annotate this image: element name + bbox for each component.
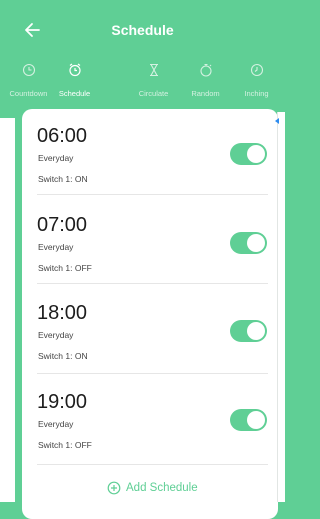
schedule-repeat: Everyday: [38, 242, 74, 252]
schedule-action: Switch 1: OFF: [38, 440, 92, 450]
toggle-knob: [247, 234, 265, 252]
toggle-knob: [247, 322, 265, 340]
alarm-clock-icon: [46, 63, 103, 77]
tab-label: Random: [191, 89, 220, 98]
stopwatch-icon: [177, 63, 234, 77]
schedule-toggle[interactable]: [230, 143, 267, 165]
plus-circle-icon: [107, 481, 121, 495]
divider: [37, 283, 268, 284]
tab-circulate[interactable]: Circulate: [125, 60, 182, 106]
tab-random[interactable]: Random: [177, 60, 234, 106]
schedule-item[interactable]: 07:00 Everyday Switch 1: OFF: [37, 213, 268, 293]
add-schedule-label: Add Schedule: [126, 482, 198, 494]
tab-label: Inching: [244, 89, 269, 98]
schedule-action: Switch 1: ON: [38, 351, 88, 361]
scroll-indicator: [275, 118, 279, 124]
schedule-toggle[interactable]: [230, 232, 267, 254]
schedule-toggle[interactable]: [230, 320, 267, 342]
schedule-item[interactable]: 06:00 Everyday Switch 1: ON: [37, 124, 268, 204]
divider: [37, 464, 268, 465]
schedule-action: Switch 1: ON: [38, 174, 88, 184]
schedule-toggle[interactable]: [230, 409, 267, 431]
tab-label: Circulate: [138, 89, 169, 98]
schedule-time: 18:00: [37, 302, 88, 324]
page-title: Schedule: [111, 22, 174, 38]
mode-tabs: Countdown Schedule Circulate Random Inch…: [0, 60, 285, 106]
schedule-repeat: Everyday: [38, 419, 74, 429]
background-panel: [0, 118, 15, 502]
hourglass-icon: [125, 63, 182, 77]
toggle-knob: [247, 411, 265, 429]
schedule-item[interactable]: 19:00 Everyday Switch 1: OFF: [37, 390, 268, 470]
schedule-time: 06:00: [37, 125, 88, 147]
header-bar: Schedule: [0, 0, 285, 60]
divider: [37, 194, 268, 195]
schedule-time: 07:00: [37, 214, 88, 236]
tab-schedule[interactable]: Schedule: [46, 60, 103, 106]
tab-label: Schedule: [58, 89, 91, 98]
divider: [37, 373, 268, 374]
scrollbar[interactable]: [277, 112, 285, 502]
clock-icon: [228, 63, 285, 77]
schedule-time: 19:00: [37, 391, 88, 413]
schedule-action: Switch 1: OFF: [38, 263, 92, 273]
schedule-repeat: Everyday: [38, 153, 74, 163]
toggle-knob: [247, 145, 265, 163]
schedule-item[interactable]: 18:00 Everyday Switch 1: ON: [37, 301, 268, 381]
schedule-repeat: Everyday: [38, 330, 74, 340]
tab-inching[interactable]: Inching: [228, 60, 285, 106]
